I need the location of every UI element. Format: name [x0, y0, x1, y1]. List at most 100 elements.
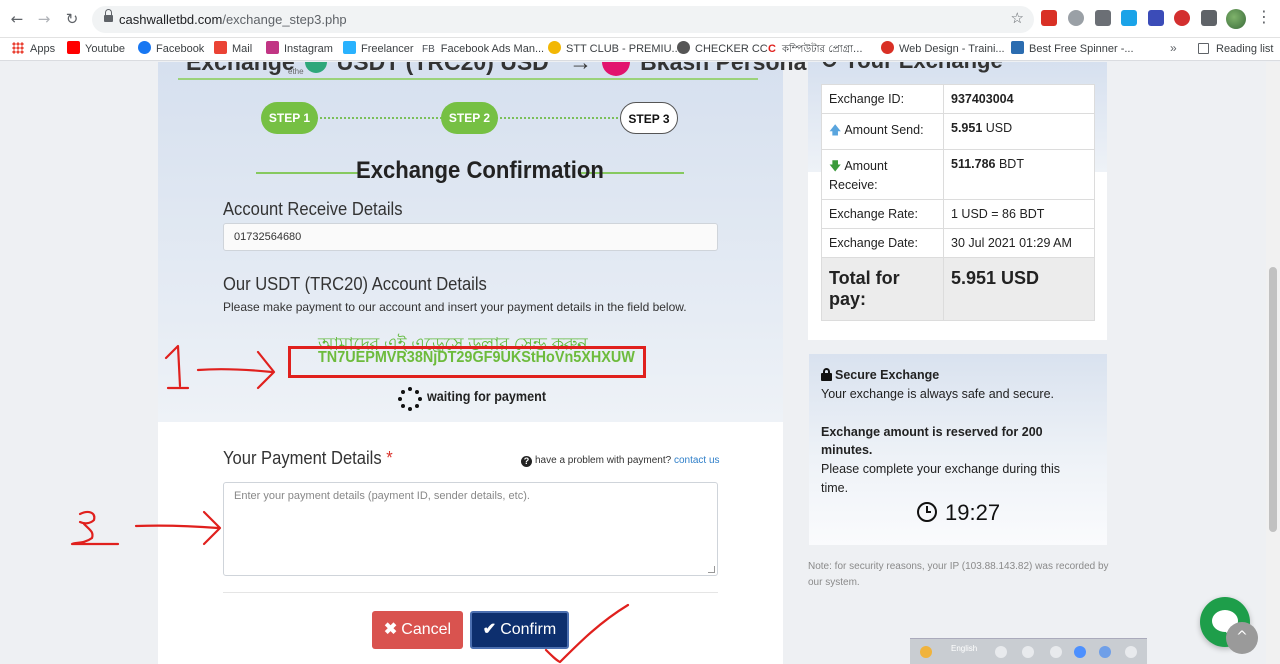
tray-icon[interactable]: [995, 646, 1007, 658]
our-account-label: Our USDT (TRC20) Account Details: [223, 274, 487, 294]
total-row: Total for pay: 5.951 USD: [821, 257, 1095, 321]
bookmark-web-design[interactable]: Web Design - Traini...: [881, 41, 1005, 58]
refresh-icon: ↻: [820, 62, 838, 74]
c-logo-icon: C: [768, 43, 776, 55]
extension-icon[interactable]: [1174, 10, 1190, 26]
forward-arrow-icon[interactable]: →: [33, 8, 55, 30]
close-icon[interactable]: [1125, 646, 1137, 658]
exchange-summary-card: ↻ Your Exchange Exchange ID: 937403004 🡅…: [808, 62, 1107, 340]
url-text: cashwalletbd.com/exchange_step3.php: [119, 12, 347, 27]
extension-icon[interactable]: [1068, 10, 1084, 26]
stt-club-icon: [548, 41, 561, 54]
page-content: Exchange USDT (TRC20) USD → Bkash Personal…: [0, 62, 1280, 664]
receive-details-label: Account Receive Details: [223, 199, 403, 219]
page-title: Exchange Confirmation: [356, 157, 604, 184]
back-arrow-icon[interactable]: ←: [6, 8, 28, 30]
bookmark-computer-program[interactable]: C কম্পিউটার প্রোগ্রা...: [768, 41, 863, 58]
bookmark-facebook[interactable]: Facebook: [138, 41, 204, 58]
bookmark-free-spinner[interactable]: Best Free Spinner -...: [1011, 41, 1134, 58]
lock-icon: [821, 368, 832, 381]
check-icon: ✔: [482, 621, 497, 638]
browser-icon[interactable]: [1074, 646, 1086, 658]
receive-account-field: 01732564680: [223, 223, 718, 251]
bookmarks-overflow-button[interactable]: »: [1170, 41, 1177, 55]
step-connector: [496, 117, 622, 119]
tray-icon[interactable]: [1022, 646, 1034, 658]
summary-table: Exchange ID: 937403004 🡅 Amount Send: 5.9…: [821, 84, 1095, 321]
payment-help-text: Please make payment to our account and i…: [223, 300, 687, 314]
extension-icon[interactable]: [1041, 10, 1057, 26]
bookmark-apps[interactable]: Apps: [12, 41, 55, 58]
youtube-icon: [67, 41, 80, 54]
bookmark-youtube[interactable]: Youtube: [67, 41, 125, 58]
bookmark-facebook-ads[interactable]: FB Facebook Ads Man...: [422, 41, 544, 58]
loading-spinner-icon: [398, 387, 422, 411]
lock-icon: [104, 9, 113, 22]
secure-title: Secure Exchange: [821, 368, 939, 382]
web-design-icon: [881, 41, 894, 54]
reserved-text: Exchange amount is reserved for 200: [821, 425, 1043, 439]
profile-avatar[interactable]: [1226, 9, 1246, 29]
table-row: Exchange Date: 30 Jul 2021 01:29 AM: [821, 228, 1095, 258]
coin-caption: ethe: [288, 67, 304, 76]
table-row: 🡇 Amount Receive: 511.786 BDT: [821, 149, 1095, 200]
waiting-status: waiting for payment: [427, 388, 547, 404]
exchange-card: Exchange USDT (TRC20) USD → Bkash Personal…: [158, 62, 866, 664]
bkash-logo-icon: [602, 62, 631, 76]
resize-grip-icon[interactable]: [708, 566, 715, 573]
bookmark-checker-cc[interactable]: CHECKER CC: [677, 41, 768, 58]
payment-problem-hint: ? have a problem with payment? contact us: [521, 455, 720, 467]
reading-list-icon: [1198, 43, 1209, 54]
table-row: Exchange Rate: 1 USD = 86 BDT: [821, 199, 1095, 229]
floating-taskbar: English: [910, 638, 1147, 664]
reload-icon[interactable]: ↻: [61, 8, 83, 30]
scroll-thumb[interactable]: [1269, 267, 1277, 532]
address-bar[interactable]: cashwalletbd.com/exchange_step3.php ☆: [92, 6, 1034, 33]
browser-toolbar: ← → ↻ cashwalletbd.com/exchange_step3.ph…: [0, 0, 1280, 38]
bookmark-freelancer[interactable]: Freelancer: [343, 41, 414, 58]
secure-exchange-card: Secure Exchange Your exchange is always …: [809, 354, 1107, 545]
reading-list-button[interactable]: Reading list: [1198, 41, 1273, 58]
clock-icon: [917, 502, 937, 522]
complete-text: Please complete your exchange during thi…: [821, 462, 1061, 476]
spinner-site-icon: [1011, 41, 1024, 54]
payment-details-label: Your Payment Details *: [223, 448, 393, 468]
scroll-to-top-button[interactable]: ^: [1226, 622, 1258, 654]
bookmark-star-icon[interactable]: ☆: [1011, 9, 1024, 27]
puzzle-icon[interactable]: [1201, 10, 1217, 26]
usdt-coin-icon: [304, 62, 327, 73]
times-icon: ✖: [383, 621, 398, 638]
required-mark: *: [386, 448, 393, 468]
arrow-up-icon: 🡅: [829, 123, 842, 137]
extension-icon[interactable]: [1148, 10, 1164, 26]
payment-details-textarea[interactable]: Enter your payment details (payment ID, …: [223, 482, 718, 576]
ip-note: Note: for security reasons, your IP (103…: [808, 561, 1109, 588]
contact-us-link[interactable]: contact us: [674, 455, 720, 466]
fb-ads-icon: FB: [422, 44, 435, 55]
address-highlight-box: [288, 346, 646, 378]
confirm-button[interactable]: ✔ Confirm: [470, 611, 569, 649]
help-icon[interactable]: [1099, 646, 1111, 658]
table-row: Exchange ID: 937403004: [821, 84, 1095, 114]
extension-icon[interactable]: [1121, 10, 1137, 26]
settings-icon[interactable]: [1050, 646, 1062, 658]
bookmark-stt-club[interactable]: STT CLUB - PREMIU...: [548, 41, 681, 58]
complete-text: time.: [821, 481, 849, 495]
instagram-icon: [266, 41, 279, 54]
search-icon[interactable]: [920, 646, 932, 658]
bookmark-instagram[interactable]: Instagram: [266, 41, 333, 58]
page-scrollbar[interactable]: [1266, 62, 1280, 664]
step-connector: [316, 117, 442, 119]
kebab-menu-icon[interactable]: ⋮: [1256, 7, 1272, 26]
extension-icon[interactable]: [1095, 10, 1111, 26]
table-row: 🡅 Amount Send: 5.951 USD: [821, 113, 1095, 150]
cancel-button[interactable]: ✖ Cancel: [372, 611, 463, 649]
language-indicator[interactable]: English: [951, 644, 977, 653]
globe-icon: [677, 41, 690, 54]
question-circle-icon: ?: [521, 456, 532, 467]
summary-title: ↻ Your Exchange: [820, 62, 1003, 74]
secure-text: Your exchange is always safe and secure.: [821, 387, 1055, 401]
arrow-down-icon: 🡇: [829, 159, 842, 173]
bookmark-mail[interactable]: Mail: [214, 41, 252, 58]
gmail-icon: [214, 41, 227, 54]
